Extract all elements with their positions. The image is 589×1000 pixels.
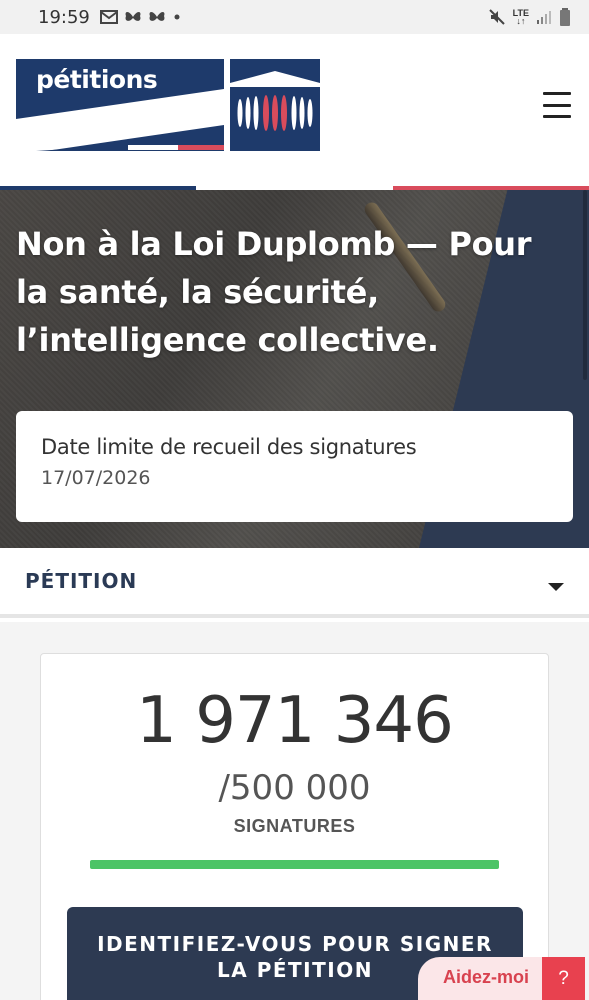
petitions-logo[interactable]: pétitions (16, 59, 320, 151)
caret-down-icon[interactable] (548, 583, 564, 591)
status-time: 19:59 (38, 6, 90, 28)
logo-text: pétitions (36, 65, 158, 94)
signatures-label: SIGNATURES (233, 816, 356, 836)
signal-icon (537, 11, 551, 24)
site-header: pétitions (0, 34, 589, 186)
mail-icon (99, 10, 118, 24)
signature-count: 1 971 346 (136, 684, 454, 758)
menu-icon[interactable] (543, 92, 571, 118)
question-icon[interactable]: ? (542, 957, 586, 1000)
petition-accordion[interactable]: PÉTITION (0, 548, 589, 618)
deadline-box: Date limite de recueil des signatures 17… (16, 411, 573, 522)
dot-icon (174, 14, 180, 20)
petition-hero: Non à la Loi Duplomb — Pour la santé, la… (0, 190, 589, 548)
deadline-date: 17/07/2026 (41, 467, 151, 489)
signature-goal: /500 000 (218, 768, 371, 808)
notification-icons (99, 10, 182, 24)
lte-indicator: LTE ↓↑ (512, 8, 529, 26)
sign-button-line1: IDENTIFIEZ-VOUS POUR SIGNER (97, 932, 493, 956)
help-label[interactable]: Aidez-moi (418, 957, 543, 1000)
battery-icon (560, 8, 570, 26)
petition-title: Non à la Loi Duplomb — Pour la santé, la… (16, 225, 532, 359)
mute-icon (488, 9, 505, 25)
status-bar: 19:59 LTE ↓↑ (0, 0, 589, 34)
progress-bar (90, 860, 499, 869)
butterfly-icon (149, 12, 165, 21)
progress-fill (90, 860, 499, 869)
signature-card: 1 971 346 /500 000 SIGNATURES IDENTIFIEZ… (40, 653, 549, 1000)
accordion-title: PÉTITION (25, 569, 138, 593)
scrollbar[interactable] (583, 190, 587, 380)
help-widget[interactable]: Aidez-moi ? (418, 957, 586, 1000)
butterfly-icon (125, 12, 141, 21)
deadline-label: Date limite de recueil des signatures (41, 435, 417, 459)
